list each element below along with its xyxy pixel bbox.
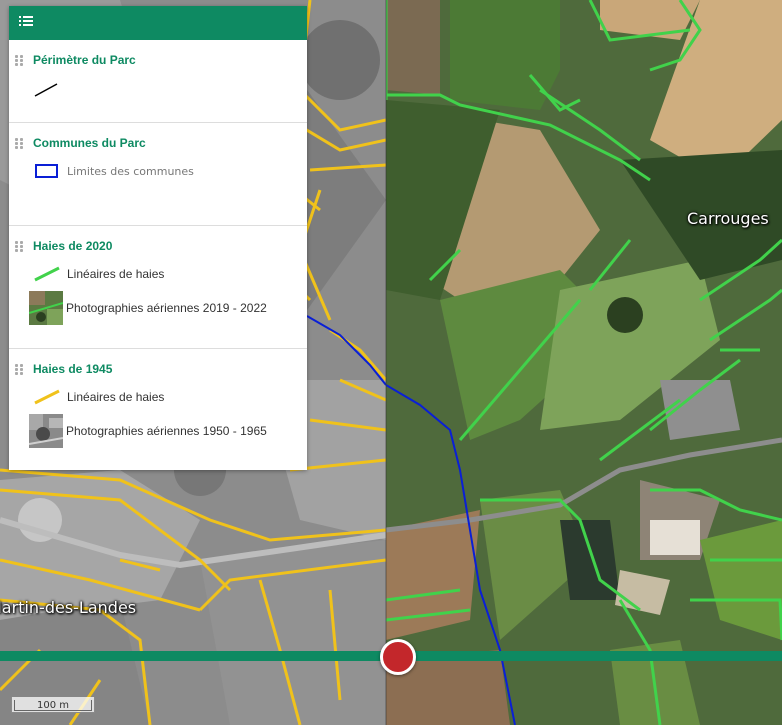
place-label-left: Martin-des-Landes (0, 598, 137, 617)
legend-item-label: Photographies aériennes 1950 - 1965 (66, 424, 267, 438)
legend-section-haies-1945[interactable]: Haies de 1945 Linéaires de haies Photogr… (9, 349, 307, 472)
place-label-right: Carrouges (687, 209, 769, 228)
legend-item-photos-2020: Photographies aériennes 2019 - 2022 (29, 291, 267, 325)
legend-section-haies-2020[interactable]: Haies de 2020 Linéaires de haies Photogr… (9, 226, 307, 349)
drag-handle-icon[interactable] (15, 364, 24, 375)
blue-rectangle-symbol (35, 164, 58, 178)
legend-section-perimetre[interactable]: Périmètre du Parc (9, 40, 307, 123)
scale-label: 100 m (36, 700, 69, 711)
legend-item-label: Limites des communes (67, 164, 194, 178)
drag-handle-icon[interactable] (15, 138, 24, 149)
swipe-handle[interactable] (380, 639, 416, 675)
legend-section-title: Haies de 1945 (33, 362, 113, 376)
green-line-symbol (34, 266, 60, 282)
legend-item-limites: Limites des communes (35, 164, 194, 178)
legend-item-label: Linéaires de haies (67, 390, 165, 404)
legend-item-label: Photographies aériennes 2019 - 2022 (66, 301, 267, 315)
legend-section-title: Communes du Parc (33, 136, 146, 150)
scale-bar: 100 m (11, 697, 95, 713)
legend-panel: Périmètre du Parc Communes du Parc Limit… (9, 6, 307, 470)
legend-item-lineaires-2020: Linéaires de haies (31, 264, 164, 284)
black-line-symbol (34, 83, 58, 97)
drag-handle-icon[interactable] (15, 55, 24, 66)
legend-section-title: Haies de 2020 (33, 239, 113, 253)
drag-handle-icon[interactable] (15, 241, 24, 252)
aerial-2020-layer (386, 0, 782, 725)
yellow-line-symbol (34, 389, 60, 405)
aerial-photo-bw-thumb (29, 414, 63, 448)
legend-item-lineaires-1945: Linéaires de haies (31, 387, 164, 407)
legend-section-title: Périmètre du Parc (33, 53, 136, 67)
legend-header (9, 6, 307, 40)
aerial-photo-thumb (29, 291, 63, 325)
legend-section-communes[interactable]: Communes du Parc Limites des communes (9, 123, 307, 226)
list-icon[interactable] (19, 16, 33, 29)
legend-item-photos-1945: Photographies aériennes 1950 - 1965 (29, 414, 267, 448)
legend-item-label: Linéaires de haies (67, 267, 165, 281)
